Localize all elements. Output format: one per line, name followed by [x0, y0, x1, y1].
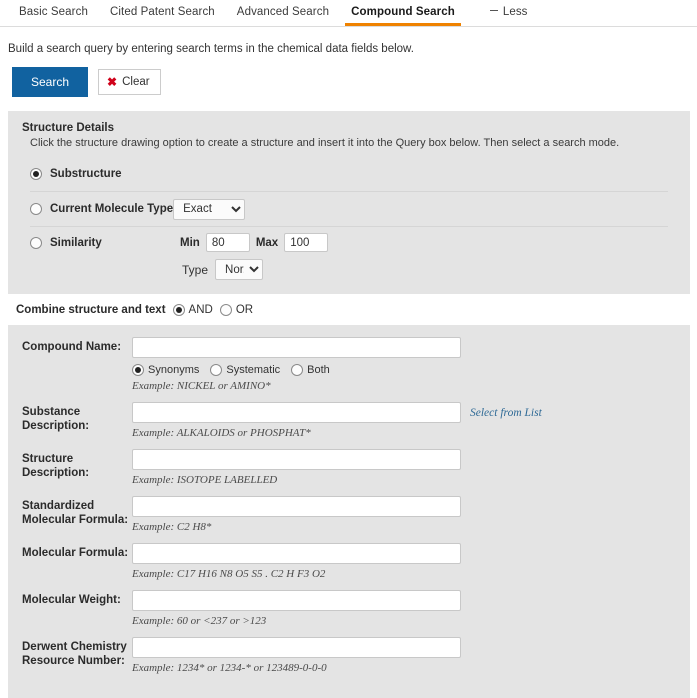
- example-substance-description: Example: ALKALOIDS or PHOSPHAT*: [132, 427, 311, 439]
- structure-option-rows: Substructure Current Molecule Type Exact…: [30, 157, 668, 282]
- field-molecular-formula: Molecular Formula: Example: C17 H16 N8 O…: [8, 543, 690, 588]
- similarity-max-input[interactable]: [284, 233, 329, 252]
- toggle-less-label: Less: [502, 6, 528, 18]
- label-compound-name: Compound Name:: [22, 341, 122, 353]
- minus-icon: [489, 10, 498, 12]
- example-standardized-molecular-formula: Example: C2 H8*: [132, 521, 212, 533]
- input-standardized-molecular-formula[interactable]: [132, 496, 461, 517]
- combine-option-or[interactable]: OR: [219, 304, 254, 316]
- field-substance-description: Substance Description: Select from List …: [8, 402, 690, 447]
- field-derwent-chemistry-resource-number: Derwent Chemistry Resource Number: Examp…: [8, 637, 690, 682]
- label-both: Both: [307, 364, 330, 376]
- structure-details-panel: Structure Details Click the structure dr…: [8, 111, 690, 294]
- combine-option-and[interactable]: AND: [172, 304, 213, 316]
- example-molecular-formula: Example: C17 H16 N8 O5 S5 . C2 H F3 O2: [132, 568, 326, 580]
- label-substructure: Substructure: [50, 168, 122, 180]
- compound-name-radio-group: Synonyms Systematic Both: [132, 358, 690, 376]
- label-or: OR: [235, 304, 254, 316]
- similarity-type-label: Type: [182, 262, 209, 277]
- label-substance-description: Substance Description:: [22, 406, 90, 432]
- label-molecular-weight: Molecular Weight:: [22, 594, 121, 606]
- compound-name-option-systematic[interactable]: Systematic: [210, 364, 280, 376]
- tab-basic-search[interactable]: Basic Search: [8, 0, 99, 25]
- tab-advanced-search[interactable]: Advanced Search: [226, 0, 340, 25]
- radio-current-molecule-type[interactable]: [30, 203, 42, 215]
- combine-label: Combine structure and text: [16, 304, 166, 316]
- radio-substructure[interactable]: [30, 168, 42, 180]
- radio-both[interactable]: [291, 364, 304, 376]
- structure-details-title: Structure Details: [22, 122, 115, 134]
- example-molecular-weight: Example: 60 or <237 or >123: [132, 615, 267, 627]
- radio-similarity[interactable]: [30, 236, 42, 249]
- similarity-min-label: Min: [180, 236, 200, 249]
- input-molecular-weight[interactable]: [132, 590, 461, 611]
- radio-synonyms[interactable]: [132, 364, 144, 376]
- structure-option-similarity[interactable]: Similarity Min Max Type Nor...: [30, 227, 668, 282]
- combine-structure-text-row: Combine structure and text AND OR: [0, 294, 697, 325]
- field-structure-description: Structure Description: Example: ISOTOPE …: [8, 449, 690, 494]
- compound-name-option-synonyms[interactable]: Synonyms: [132, 364, 199, 376]
- clear-button-label: Clear: [122, 76, 150, 88]
- structure-option-current-molecule-type[interactable]: Current Molecule Type Exact: [30, 192, 668, 227]
- structure-option-substructure[interactable]: Substructure: [30, 157, 668, 192]
- close-x-icon: ✖: [107, 75, 118, 89]
- example-structure-description: Example: ISOTOPE LABELLED: [132, 474, 278, 486]
- similarity-type-select[interactable]: Nor...: [215, 259, 264, 280]
- tab-cited-patent-search[interactable]: Cited Patent Search: [99, 0, 226, 25]
- similarity-min-input[interactable]: [205, 233, 250, 252]
- field-molecular-weight: Molecular Weight: Example: 60 or <237 or…: [8, 590, 690, 635]
- toggle-less-button[interactable]: Less: [466, 0, 539, 25]
- input-molecular-formula[interactable]: [132, 543, 461, 564]
- compound-name-option-both[interactable]: Both: [291, 364, 330, 376]
- structure-details-subtitle: Click the structure drawing option to cr…: [30, 137, 620, 149]
- label-current-molecule-type: Current Molecule Type: [50, 203, 174, 215]
- compound-search-form: Compound Name: Synonyms Systematic Both …: [8, 325, 690, 698]
- select-from-list-link[interactable]: Select from List: [470, 407, 542, 419]
- molecule-type-select[interactable]: Exact: [173, 198, 246, 220]
- field-standardized-molecular-formula: Standardized Molecular Formula: Example:…: [8, 496, 690, 541]
- field-compound-name: Compound Name: Synonyms Systematic Both …: [8, 337, 690, 400]
- similarity-max-label: Max: [255, 236, 279, 249]
- intro-text: Build a search query by entering search …: [8, 43, 414, 55]
- similarity-range: Min Max: [180, 233, 329, 252]
- example-derwent-chemistry-resource-number: Example: 1234* or 1234-* or 123489-0-0-0: [132, 662, 327, 674]
- radio-or[interactable]: [219, 304, 232, 316]
- similarity-type-row: Type Nor...: [182, 259, 668, 280]
- label-standardized-molecular-formula: Standardized Molecular Formula:: [22, 500, 129, 526]
- input-substance-description[interactable]: [132, 402, 461, 423]
- action-buttons: Search ✖ Clear: [0, 55, 697, 111]
- input-compound-name[interactable]: [132, 337, 461, 358]
- clear-button[interactable]: ✖ Clear: [98, 69, 161, 95]
- label-and: AND: [188, 304, 213, 316]
- label-derwent-chemistry-resource-number: Derwent Chemistry Resource Number:: [22, 641, 127, 667]
- label-systematic: Systematic: [226, 364, 281, 376]
- tab-bar: Basic Search Cited Patent Search Advance…: [0, 0, 697, 27]
- label-similarity: Similarity: [50, 236, 102, 249]
- label-structure-description: Structure Description:: [22, 453, 90, 479]
- label-molecular-formula: Molecular Formula:: [22, 547, 129, 559]
- radio-and[interactable]: [172, 304, 185, 316]
- input-structure-description[interactable]: [132, 449, 461, 470]
- radio-systematic[interactable]: [210, 364, 223, 376]
- label-synonyms: Synonyms: [148, 364, 200, 376]
- tab-compound-search[interactable]: Compound Search: [340, 0, 466, 26]
- search-button[interactable]: Search: [12, 67, 89, 97]
- example-compound-name: Example: NICKEL or AMINO*: [132, 380, 271, 392]
